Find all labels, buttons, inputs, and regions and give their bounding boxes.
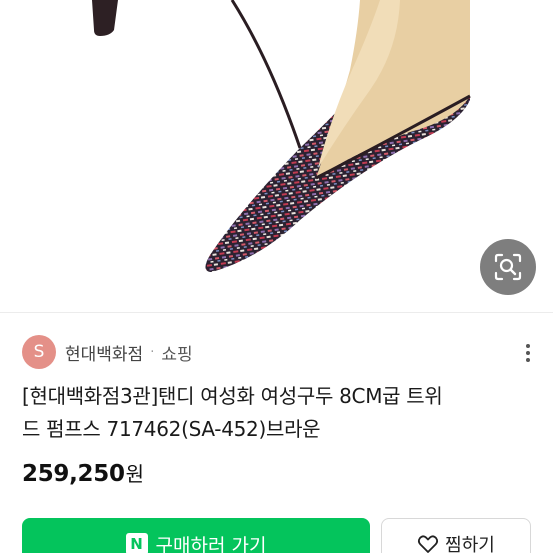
seller-category: 쇼핑 (161, 344, 193, 365)
buy-button[interactable]: N 구매하러 가기 (22, 518, 370, 553)
more-vertical-icon-dot (526, 358, 530, 362)
wish-button[interactable]: 찜하기 (381, 518, 531, 553)
tweed-pump-shoe-photo (92, 0, 471, 272)
image-divider (0, 312, 553, 313)
seller-row[interactable]: S 현대백화점 · 쇼핑 (22, 334, 193, 370)
price-value: 259,250 (22, 461, 125, 487)
price-unit: 원 (125, 462, 145, 486)
image-search-button[interactable] (480, 239, 536, 295)
image-search-icon (494, 253, 522, 281)
more-vertical-icon-dot (526, 351, 530, 355)
product-image[interactable] (0, 0, 553, 312)
product-title-line: 드 펌프스 717462(SA-452)브라운 (22, 417, 321, 441)
seller-avatar: S (22, 335, 56, 369)
more-menu-button[interactable] (516, 338, 540, 368)
heart-link-icon (418, 535, 439, 553)
product-title-line: [현대백화점3관]탠디 여성화 여성구두 8CM굽 트위 (22, 384, 443, 408)
seller-separator: · (150, 344, 155, 360)
wish-button-label: 찜하기 (445, 535, 495, 553)
seller-name[interactable]: 현대백화점 (65, 340, 143, 365)
buy-button-label: 구매하러 가기 (155, 534, 267, 553)
price: 259,250 원 (22, 458, 144, 487)
more-vertical-icon (526, 344, 530, 348)
product-title[interactable]: [현대백화점3관]탠디 여성화 여성구두 8CM굽 트위 드 펌프스 71746… (22, 380, 534, 446)
naver-pay-logo: N (125, 533, 148, 553)
